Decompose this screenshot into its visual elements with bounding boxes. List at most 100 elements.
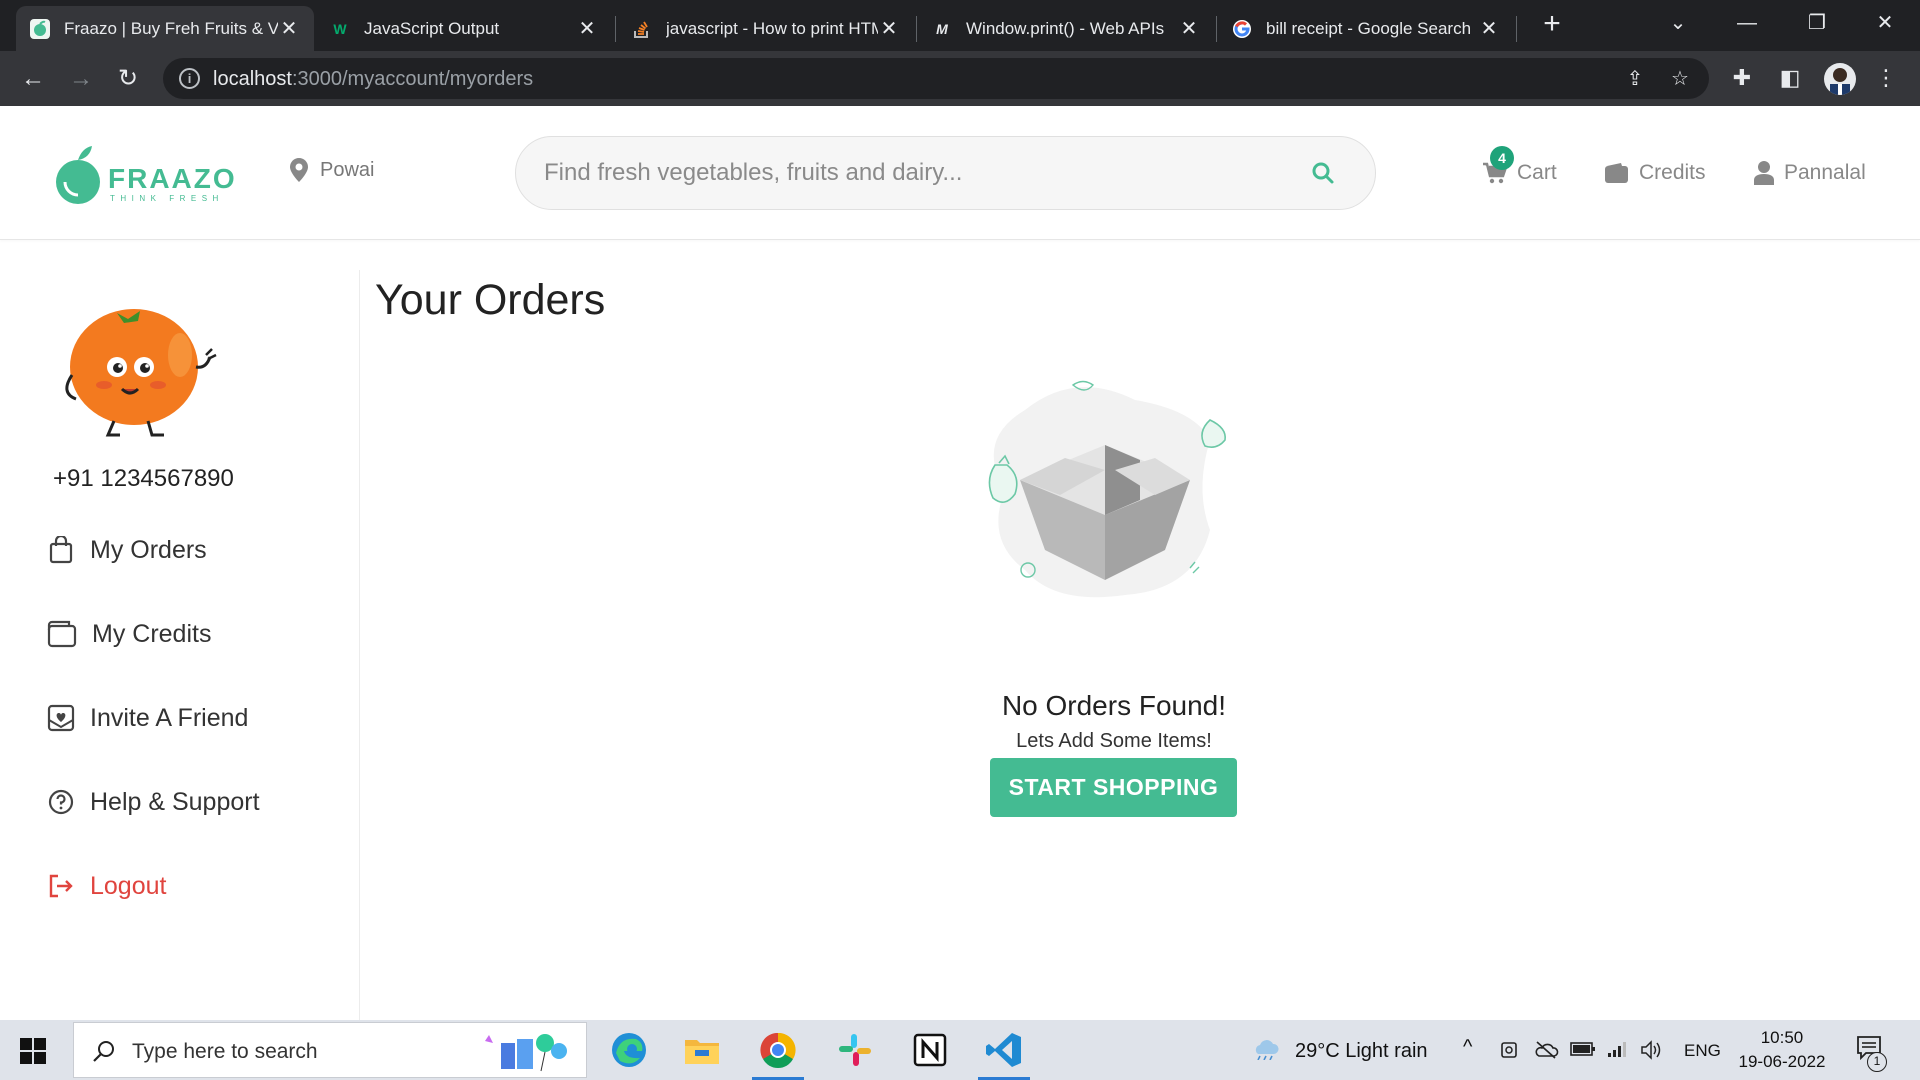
- system-clock[interactable]: 10:50 19-06-2022: [1736, 1026, 1828, 1074]
- sidebar-item-help-support[interactable]: Help & Support: [46, 787, 260, 817]
- empty-state-title: No Orders Found!: [1001, 690, 1227, 721]
- empty-box-illustration: [965, 370, 1245, 610]
- credits-label: Credits: [1639, 161, 1706, 184]
- battery-icon[interactable]: [1570, 1040, 1596, 1063]
- back-arrow-icon[interactable]: ←: [18, 64, 48, 94]
- close-tab-icon[interactable]: ✕: [1478, 16, 1500, 41]
- sidebar-item-label: Logout: [90, 871, 167, 900]
- minimize-icon[interactable]: —: [1730, 8, 1764, 38]
- page-title: Your Orders: [375, 276, 606, 324]
- share-icon[interactable]: ⇪: [1623, 67, 1647, 91]
- sidebar-item-label: My Orders: [90, 535, 207, 564]
- tab-title: bill receipt - Google Search: [1266, 18, 1472, 38]
- shopping-bag-icon: [46, 535, 76, 565]
- sidebar-item-logout[interactable]: Logout: [46, 871, 166, 901]
- user-name-label: Pannalal: [1784, 161, 1866, 184]
- browser-menu-icon[interactable]: ⋮: [1872, 64, 1900, 92]
- close-tab-icon[interactable]: ✕: [878, 16, 900, 41]
- site-header: FRAAZO THINK FRESH Powai Cart Credits Pa…: [0, 106, 1920, 240]
- tab-search-icon[interactable]: ⌄: [1661, 8, 1695, 38]
- clock-date: 19-06-2022: [1738, 1052, 1826, 1071]
- language-indicator[interactable]: ENG: [1684, 1041, 1721, 1061]
- restore-icon[interactable]: ❐: [1800, 8, 1834, 38]
- tab-title: Fraazo | Buy Freh Fruits & Vegetables On…: [64, 18, 278, 38]
- close-tab-icon[interactable]: ✕: [1178, 16, 1200, 41]
- location-label: Powai: [320, 158, 375, 181]
- logout-icon: [46, 871, 76, 901]
- site-info-icon[interactable]: i: [179, 68, 200, 89]
- tab-title: Window.print() - Web APIs: [966, 18, 1165, 38]
- tab-google-search[interactable]: bill receipt - Google Search ✕: [1218, 6, 1514, 51]
- onedrive-cloud-icon[interactable]: [1533, 1040, 1559, 1066]
- edge-browser-icon[interactable]: [607, 1028, 651, 1072]
- tab-javascript-output[interactable]: W JavaScript Output ✕: [316, 6, 612, 51]
- taskbar-search-box[interactable]: Type here to search: [73, 1022, 587, 1078]
- new-tab-button[interactable]: +: [1537, 9, 1567, 40]
- close-window-icon[interactable]: ✕: [1868, 8, 1902, 38]
- tab-stackoverflow[interactable]: javascript - How to print HTML content ✕: [618, 6, 914, 51]
- cart-label: Cart: [1517, 161, 1557, 184]
- forward-arrow-icon[interactable]: →: [66, 64, 96, 94]
- credits-link[interactable]: Credits: [1605, 161, 1706, 185]
- orange-mascot-avatar: [62, 305, 222, 440]
- sidebar-item-label: Help & Support: [90, 787, 260, 816]
- weather-text[interactable]: 29°C Light rain: [1295, 1040, 1428, 1063]
- help-icon: [46, 787, 76, 817]
- product-search: [515, 136, 1376, 210]
- file-explorer-icon[interactable]: [680, 1028, 724, 1072]
- search-icon[interactable]: [1311, 161, 1335, 190]
- slack-icon[interactable]: [833, 1028, 877, 1072]
- search-input[interactable]: [544, 137, 1304, 209]
- search-icon: [92, 1039, 116, 1068]
- browser-tab-bar: Fraazo | Buy Freh Fruits & Vegetables On…: [0, 0, 1920, 51]
- start-shopping-button[interactable]: START SHOPPING: [990, 758, 1237, 817]
- sidebar-item-my-orders[interactable]: My Orders: [46, 535, 207, 565]
- user-icon: [1754, 161, 1774, 185]
- balloons-icon: [479, 1029, 579, 1078]
- address-bar[interactable]: i localhost:3000/myaccount/myorders ⇪ ☆: [163, 58, 1709, 99]
- svg-text:THINK FRESH: THINK FRESH: [110, 194, 224, 203]
- extensions-puzzle-icon[interactable]: ✚: [1728, 64, 1756, 92]
- close-tab-icon[interactable]: ✕: [278, 16, 300, 41]
- fraazo-favicon-icon: [30, 18, 50, 39]
- tab-title: JavaScript Output: [364, 18, 500, 38]
- tab-fraazo[interactable]: Fraazo | Buy Freh Fruits & Vegetables On…: [16, 6, 314, 51]
- weather-cloud-icon: [1250, 1036, 1280, 1066]
- network-signal-icon[interactable]: [1606, 1040, 1628, 1064]
- close-tab-icon[interactable]: ✕: [576, 16, 598, 41]
- windows-taskbar: Type here to search 29°C Light rain ^ EN: [0, 1020, 1920, 1080]
- side-panel-icon[interactable]: ◧: [1776, 64, 1804, 92]
- w3schools-favicon-icon: W: [333, 20, 347, 37]
- sidebar-item-label: My Credits: [92, 619, 212, 648]
- notion-icon[interactable]: [908, 1028, 952, 1072]
- tab-title: javascript - How to print HTML content: [666, 18, 878, 38]
- account-sidebar: +91 1234567890 My Orders My Credits Invi…: [0, 270, 360, 1020]
- browser-toolbar: ← → ↻ i localhost:3000/myaccount/myorder…: [0, 51, 1920, 106]
- user-phone-number: +91 1234567890: [53, 465, 234, 492]
- windows-start-icon[interactable]: [20, 1038, 46, 1064]
- volume-icon[interactable]: [1640, 1040, 1664, 1066]
- vscode-icon[interactable]: [978, 1028, 1030, 1080]
- reload-icon[interactable]: ↻: [113, 64, 143, 94]
- fraazo-logo[interactable]: FRAAZO THINK FRESH: [52, 144, 242, 206]
- url-text[interactable]: localhost:3000/myaccount/myorders: [213, 68, 533, 91]
- profile-avatar[interactable]: [1824, 63, 1856, 95]
- stackoverflow-favicon-icon: [632, 19, 652, 39]
- credits-wallet-icon: [1605, 163, 1628, 183]
- chevron-up-icon[interactable]: ^: [1463, 1036, 1472, 1059]
- location-selector[interactable]: Powai: [290, 158, 374, 182]
- wallet-icon: [46, 619, 78, 649]
- bookmark-star-icon[interactable]: ☆: [1668, 67, 1692, 91]
- user-account-link[interactable]: Pannalal: [1754, 161, 1866, 185]
- cart-count-badge: 4: [1490, 146, 1514, 170]
- svg-text:FRAAZO: FRAAZO: [108, 163, 237, 194]
- taskbar-search-placeholder: Type here to search: [132, 1040, 318, 1063]
- chrome-icon[interactable]: [752, 1028, 804, 1080]
- location-pin-icon: [290, 158, 308, 182]
- empty-state-subtitle: Lets Add Some Items!: [1016, 730, 1212, 752]
- tab-mdn[interactable]: M Window.print() - Web APIs ✕: [918, 6, 1214, 51]
- sidebar-item-my-credits[interactable]: My Credits: [46, 619, 211, 649]
- meet-now-icon[interactable]: [1500, 1040, 1522, 1066]
- clock-time: 10:50: [1760, 1028, 1804, 1047]
- notification-count-badge: 1: [1867, 1052, 1887, 1072]
